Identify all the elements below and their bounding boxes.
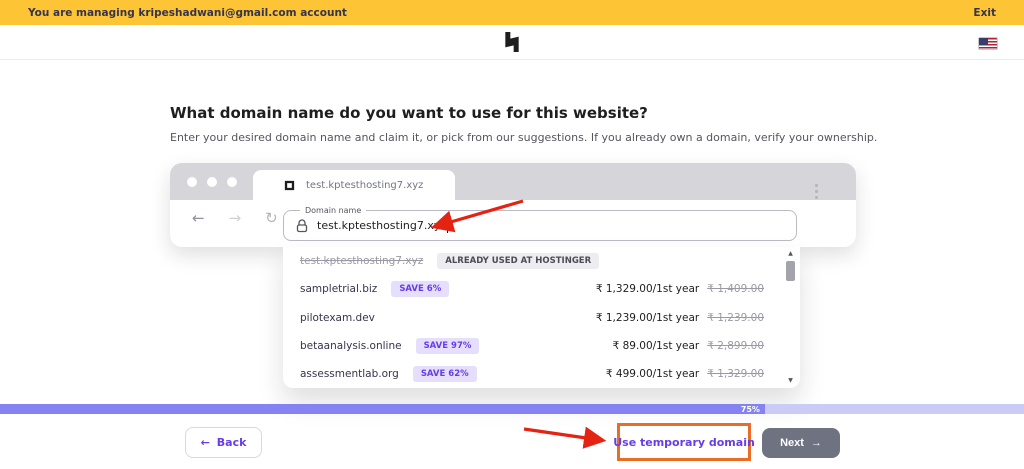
account-banner: You are managing kripeshadwani@gmail.com… [0,0,1024,25]
suggestion-domain: betaanalysis.online [300,340,402,352]
next-button-label: Next [780,437,804,449]
suggestion-row[interactable]: assessmentlab.org SAVE 62% ₹ 499.00/1st … [283,360,800,388]
next-arrow-icon: → [811,437,822,449]
back-button-label: Back [217,436,247,449]
text-cursor [447,219,448,233]
domain-field-label: Domain name [300,206,366,215]
suggestion-price: ₹ 1,329.00/1st year [596,283,699,295]
annotation-highlight-box: Use temporary domain [617,423,751,461]
suggestion-old-price: ₹ 1,329.00 [707,368,764,380]
browser-tab-title: test.kptesthosting7.xyz [306,180,423,191]
suggestion-row[interactable]: pilotexam.dev ₹ 1,239.00/1st year ₹ 1,239… [283,303,800,331]
domain-name-field[interactable]: Domain name test.kptesthosting7.xyz [283,210,797,241]
annotation-arrow-temp-domain [524,429,600,440]
site-favicon-icon [283,179,296,192]
scroll-down-icon[interactable]: ▼ [788,377,793,385]
page-subtitle: Enter your desired domain name and claim… [170,131,877,144]
domain-suggestions-dropdown: test.kptesthosting7.xyz ALREADY USED AT … [283,247,800,388]
browser-back-icon[interactable]: ← [192,211,205,226]
page-title: What domain name do you want to use for … [170,104,648,122]
kebab-menu-icon[interactable] [811,180,822,203]
progress-bar: 75% [0,404,1024,414]
suggestion-domain: assessmentlab.org [300,368,399,380]
exit-button[interactable]: Exit [973,7,996,19]
save-badge: SAVE 62% [413,366,477,382]
browser-tab[interactable]: test.kptesthosting7.xyz [253,170,455,200]
progress-bar-fill: 75% [0,404,765,414]
suggestion-row[interactable]: sampletrial.biz SAVE 6% ₹ 1,329.00/1st y… [283,275,800,303]
us-flag-canton [979,38,988,45]
suggestion-domain: sampletrial.biz [300,283,377,295]
save-badge: SAVE 6% [391,281,449,297]
suggestion-domain: test.kptesthosting7.xyz [300,255,423,267]
suggestion-old-price: ₹ 1,239.00 [707,312,764,324]
account-banner-text: You are managing kripeshadwani@gmail.com… [28,7,347,19]
use-temporary-domain-button[interactable]: Use temporary domain [613,436,755,449]
progress-percent-label: 75% [741,405,760,414]
us-flag-language-icon[interactable] [978,37,998,50]
suggestion-row[interactable]: betaanalysis.online SAVE 97% ₹ 89.00/1st… [283,332,800,360]
browser-nav: ← → ↻ [192,211,278,226]
page: You are managing kripeshadwani@gmail.com… [0,0,1024,469]
window-control-dots-icon [187,177,237,187]
scroll-up-icon[interactable]: ▲ [788,250,793,258]
already-used-badge: ALREADY USED AT HOSTINGER [437,253,599,269]
save-badge: SAVE 97% [416,338,480,354]
back-button[interactable]: ← Back [185,427,262,458]
browser-chrome-bar: test.kptesthosting7.xyz [170,163,856,200]
suggestion-row-current-domain[interactable]: test.kptesthosting7.xyz ALREADY USED AT … [283,247,800,275]
dropdown-scrollbar[interactable]: ▲ ▼ [784,250,797,385]
lock-icon [296,219,308,233]
header [0,25,1024,60]
browser-forward-icon: → [229,211,242,226]
domain-input-value[interactable]: test.kptesthosting7.xyz [317,219,446,232]
suggestion-domain: pilotexam.dev [300,312,375,324]
next-button[interactable]: Next → [762,428,840,458]
scrollbar-thumb[interactable] [786,261,795,281]
browser-refresh-icon[interactable]: ↻ [265,211,278,226]
suggestion-price: ₹ 1,239.00/1st year [596,312,699,324]
suggestion-old-price: ₹ 2,899.00 [707,340,764,352]
suggestion-old-price: ₹ 1,409.00 [707,283,764,295]
back-arrow-icon: ← [201,436,210,449]
suggestion-price: ₹ 499.00/1st year [606,368,699,380]
hostinger-h-logo-icon [502,31,522,57]
suggestion-price: ₹ 89.00/1st year [613,340,700,352]
